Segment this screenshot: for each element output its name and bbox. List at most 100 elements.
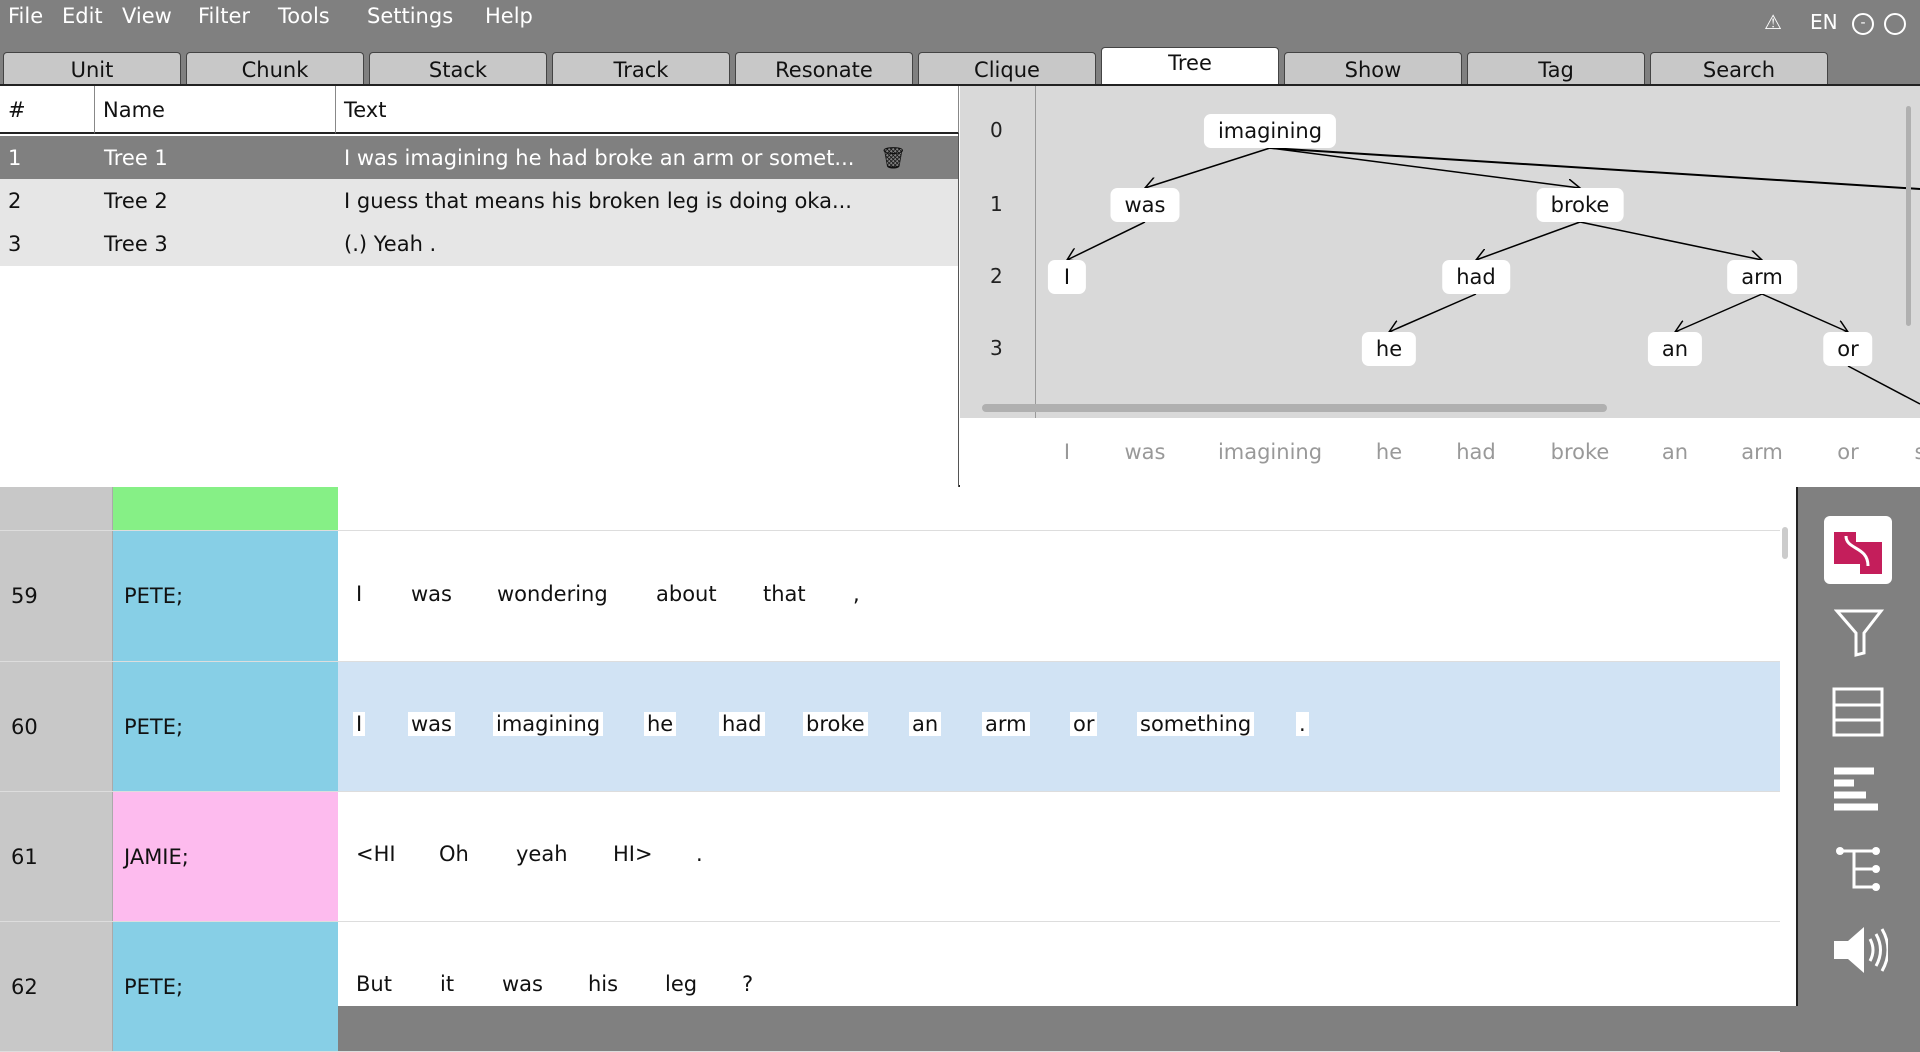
word-token[interactable]: But xyxy=(353,972,395,996)
tree-node[interactable]: arm xyxy=(1727,260,1797,294)
unit-row[interactable]: 59 PETE; Iwas wondering about that, xyxy=(0,531,1780,662)
word-token[interactable]: leg xyxy=(662,972,700,996)
list-item[interactable]: 2 Tree 2 I guess that means his broken leg… xyxy=(0,179,958,223)
unit-row[interactable]: 62 PETE; But it was his leg? xyxy=(0,922,1780,1052)
table-icon[interactable] xyxy=(1832,687,1886,737)
tree-word[interactable]: broke xyxy=(1551,440,1610,464)
list-item[interactable]: 1 Tree 1 I was imagining he had broke an a… xyxy=(0,136,958,180)
speaker-icon[interactable] xyxy=(1832,925,1888,975)
tree-node[interactable]: I xyxy=(1047,260,1087,294)
tree-word[interactable]: I xyxy=(1064,440,1070,464)
row-text: I was imagining he had broke an arm or s… xyxy=(344,146,855,170)
maximize-icon[interactable] xyxy=(1884,13,1906,35)
horizontal-scrollbar[interactable] xyxy=(982,404,1607,412)
menu-view[interactable]: View xyxy=(122,4,172,28)
tab-show[interactable]: Show xyxy=(1284,52,1462,84)
tab-resonate[interactable]: Resonate xyxy=(735,52,913,84)
tree-node[interactable]: imagining xyxy=(1203,114,1337,148)
speaker-label[interactable]: PETE; xyxy=(113,922,338,1051)
menu-edit[interactable]: Edit xyxy=(62,4,103,28)
word-token[interactable]: yeah xyxy=(513,842,571,866)
line-number: 60 xyxy=(0,662,113,791)
warning-icon[interactable]: ⚠ xyxy=(1764,10,1782,34)
tree-word[interactable]: arm xyxy=(1741,440,1783,464)
tab-chunk[interactable]: Chunk xyxy=(186,52,364,84)
tab-tag[interactable]: Tag xyxy=(1467,52,1645,84)
word-token[interactable]: or xyxy=(1070,712,1098,736)
word-token[interactable]: an xyxy=(909,712,942,736)
menu-settings[interactable]: Settings xyxy=(367,4,453,28)
tab-stack[interactable]: Stack xyxy=(369,52,547,84)
word-token[interactable]: HI> xyxy=(610,842,656,866)
unit-row[interactable]: 60 PETE; Iwas imagining he had broke an arm or som… xyxy=(0,662,1780,792)
word-token[interactable]: something xyxy=(1137,712,1255,736)
menu-filter[interactable]: Filter xyxy=(198,4,250,28)
speaker-label[interactable]: PETE; xyxy=(113,531,338,661)
app-logo-icon[interactable] xyxy=(1824,516,1892,584)
word-token[interactable]: . xyxy=(1296,712,1309,736)
word-token[interactable]: I xyxy=(353,582,365,606)
word-token[interactable]: had xyxy=(719,712,765,736)
filter-icon[interactable] xyxy=(1834,607,1884,657)
vertical-scrollbar[interactable] xyxy=(1906,106,1911,326)
row-text: I guess that means his broken leg is doi… xyxy=(344,189,852,213)
word-token[interactable]: I xyxy=(353,712,366,736)
transcript-panel: 59 PETE; Iwas wondering about that, 60 PETE; Iwa… xyxy=(0,487,1796,1052)
speaker-label[interactable] xyxy=(113,487,338,530)
word-token[interactable]: he xyxy=(644,712,677,736)
tree-word[interactable]: he xyxy=(1376,440,1402,464)
tab-clique[interactable]: Clique xyxy=(918,52,1096,84)
tab-search[interactable]: Search xyxy=(1650,52,1828,84)
tree-node[interactable]: had xyxy=(1442,260,1510,294)
tab-tree[interactable]: Tree xyxy=(1101,47,1279,84)
left-align-icon[interactable] xyxy=(1832,767,1882,817)
word-token[interactable]: it xyxy=(437,972,457,996)
tree-word[interactable]: or xyxy=(1837,440,1858,464)
tree-word[interactable]: was xyxy=(1125,440,1166,464)
tree-word[interactable]: an xyxy=(1662,440,1688,464)
word-token[interactable]: was xyxy=(408,582,455,606)
word-token[interactable]: was xyxy=(499,972,546,996)
word-token[interactable]: that xyxy=(760,582,809,606)
column-header[interactable]: Text xyxy=(336,86,959,134)
minimize-icon[interactable]: - xyxy=(1852,13,1874,35)
word-token[interactable]: arm xyxy=(982,712,1030,736)
tab-track[interactable]: Track xyxy=(552,52,730,84)
transcript-scrollbar[interactable] xyxy=(1782,527,1788,559)
word-token[interactable]: broke xyxy=(803,712,868,736)
column-header[interactable]: # xyxy=(0,86,95,134)
tree-edge xyxy=(1145,147,1271,188)
tree-node[interactable]: an xyxy=(1647,332,1703,366)
tree-node[interactable]: was xyxy=(1110,188,1180,222)
language-indicator[interactable]: EN xyxy=(1810,10,1838,34)
word-token[interactable]: <HI xyxy=(353,842,399,866)
word-token[interactable]: Oh xyxy=(436,842,472,866)
unit-row[interactable] xyxy=(0,487,1780,531)
word-token[interactable]: . xyxy=(693,842,706,866)
menu-tools[interactable]: Tools xyxy=(278,4,330,28)
word-token[interactable]: his xyxy=(585,972,621,996)
tree-icon[interactable] xyxy=(1836,847,1882,893)
tab-unit[interactable]: Unit xyxy=(3,52,181,84)
word-token[interactable]: wondering xyxy=(494,582,611,606)
menu-file[interactable]: File xyxy=(8,4,43,28)
unit-row[interactable]: 61 JAMIE; <HI Oh yeah HI>. xyxy=(0,792,1780,922)
tree-word[interactable]: s xyxy=(1915,440,1920,464)
word-token[interactable]: ? xyxy=(739,972,756,996)
tree-word[interactable]: had xyxy=(1456,440,1496,464)
tree-node[interactable]: or xyxy=(1823,332,1873,366)
menu-help[interactable]: Help xyxy=(485,4,533,28)
word-token[interactable]: about xyxy=(653,582,720,606)
tree-node[interactable]: broke xyxy=(1536,188,1624,222)
tree-word[interactable]: imagining xyxy=(1218,440,1322,464)
word-token[interactable]: , xyxy=(850,582,863,606)
tree-node[interactable]: he xyxy=(1361,332,1417,366)
column-header[interactable]: Name xyxy=(95,86,336,134)
row-text: (.) Yeah . xyxy=(344,232,437,256)
word-token[interactable]: imagining xyxy=(493,712,604,736)
delete-icon[interactable]: 🗑 xyxy=(880,136,907,180)
speaker-label[interactable]: JAMIE; xyxy=(113,792,338,921)
speaker-label[interactable]: PETE; xyxy=(113,662,338,791)
list-item[interactable]: 3 Tree 3 (.) Yeah . xyxy=(0,222,958,266)
word-token[interactable]: was xyxy=(408,712,455,736)
